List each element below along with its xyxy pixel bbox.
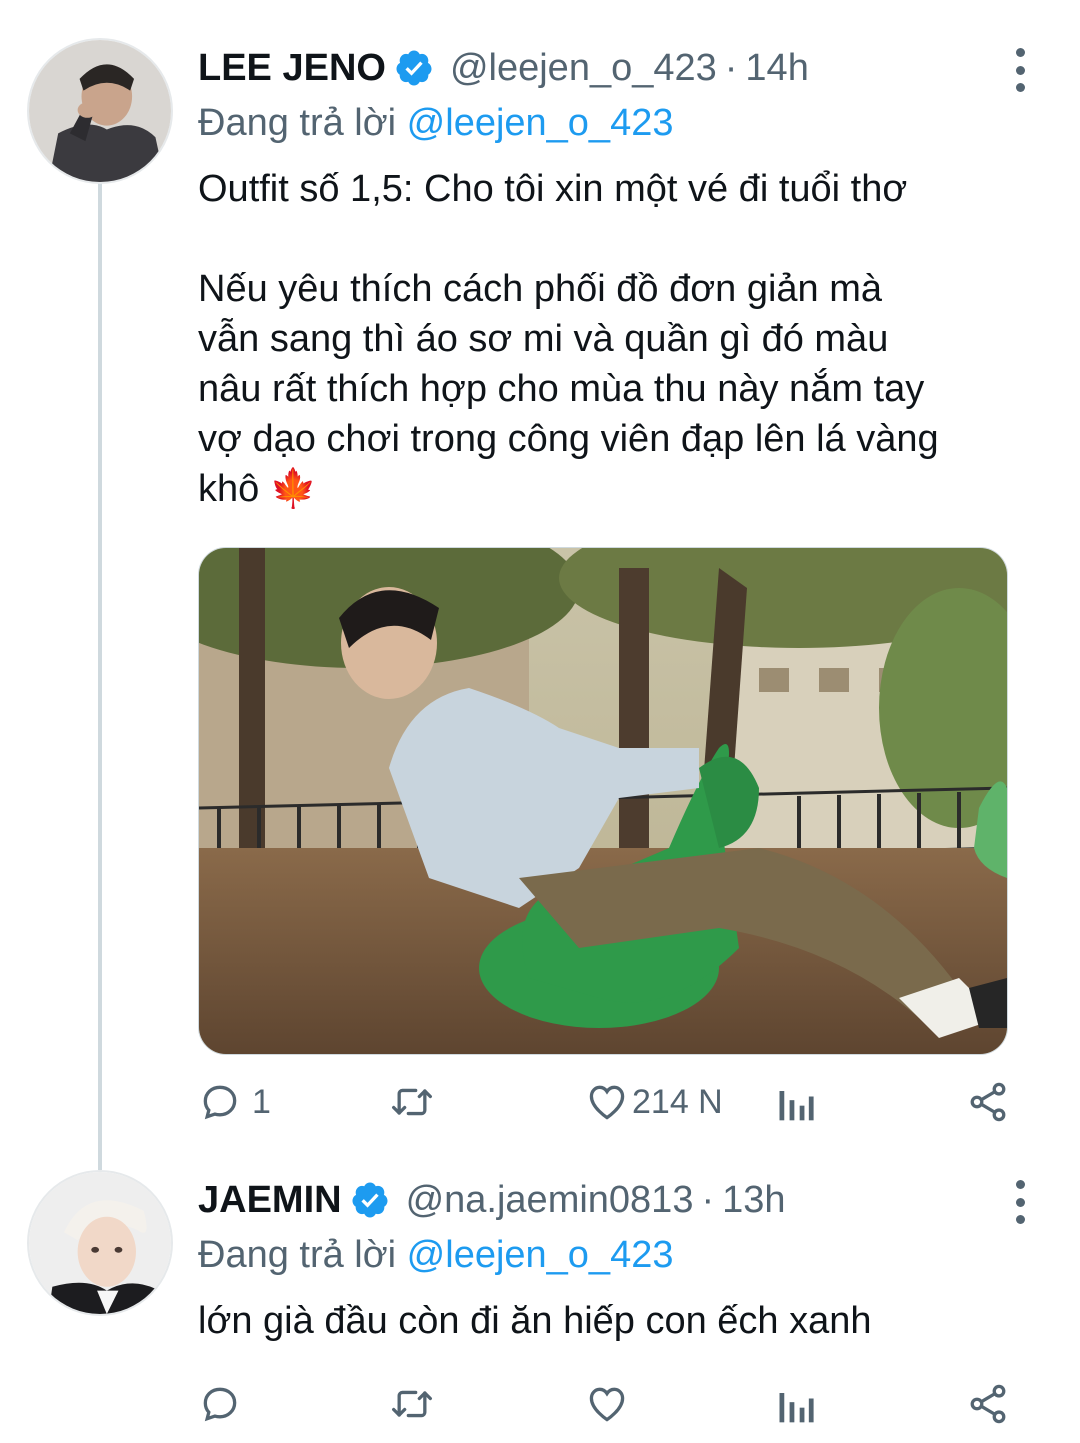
reply-button[interactable]: 1 [198, 1072, 271, 1132]
replying-to: Đang trả lời @leejen_o_423 [198, 102, 673, 145]
avatar[interactable] [27, 1170, 173, 1316]
tweet-text: lớn già đầu còn đi ăn hiếp con ếch xanh [198, 1296, 1038, 1346]
tweet-header: JAEMIN @na.jaemin0813 · 13h [198, 1172, 786, 1228]
share-nodes-icon [970, 1384, 1006, 1424]
like-button[interactable]: 214 N [584, 1072, 723, 1132]
user-handle[interactable]: @na.jaemin0813 [406, 1179, 694, 1222]
heart-icon [589, 1387, 625, 1422]
tweet-text-line: khô 🍁 [198, 468, 318, 510]
reply-button[interactable] [198, 1374, 252, 1434]
retweet-icon [392, 1088, 432, 1116]
more-vertical-icon[interactable] [1008, 48, 1032, 92]
verified-badge-icon [350, 1180, 390, 1220]
replying-to: Đang trả lời @leejen_o_423 [198, 1234, 673, 1277]
verified-badge-icon [394, 48, 434, 88]
avatar-image [29, 40, 171, 182]
like-count: 214 N [632, 1082, 723, 1121]
reply-bubble-icon [203, 1387, 237, 1422]
tweet-1[interactable]: LEE JENO @leejen_o_423 · 14h Đang trả lờ… [0, 38, 1080, 1132]
tweet-2[interactable]: JAEMIN @na.jaemin0813 · 13h Đang trả lời… [0, 1170, 1080, 1443]
analytics-bars-icon [779, 1393, 814, 1423]
replying-to-mention[interactable]: @leejen_o_423 [407, 102, 674, 144]
replying-to-mention[interactable]: @leejen_o_423 [407, 1234, 674, 1276]
share-button[interactable] [966, 1072, 1010, 1132]
tweet-actions: 1 214 N [198, 1072, 1028, 1132]
share-nodes-icon [970, 1082, 1006, 1122]
tweet-photo[interactable] [198, 547, 1008, 1055]
tweet-header: LEE JENO @leejen_o_423 · 14h [198, 40, 809, 96]
replying-to-label: Đang trả lời [198, 102, 397, 144]
user-handle[interactable]: @leejen_o_423 [450, 47, 717, 90]
analytics-button[interactable] [776, 1072, 816, 1132]
retweet-button[interactable] [388, 1072, 446, 1132]
display-name[interactable]: JAEMIN [198, 1179, 342, 1222]
retweet-icon [392, 1390, 432, 1418]
park-photo [199, 548, 1007, 1054]
tweet-text-line: Nếu yêu thích cách phối đồ đơn giản mà [198, 268, 883, 310]
more-vertical-icon[interactable] [1008, 1180, 1032, 1224]
replying-to-label: Đang trả lời [198, 1234, 397, 1276]
avatar-image [29, 1172, 171, 1314]
tweet-text-line: vợ dạo chơi trong công viên đạp lên lá v… [198, 418, 939, 460]
reply-bubble-icon [203, 1085, 237, 1120]
timestamp[interactable]: 13h [722, 1179, 785, 1222]
heart-icon [589, 1085, 625, 1120]
analytics-bars-icon [779, 1091, 814, 1121]
reply-count: 1 [252, 1082, 271, 1121]
tweet-text-line: nâu rất thích hợp cho mùa thu này nắm ta… [198, 368, 925, 410]
timestamp[interactable]: 14h [745, 47, 808, 90]
like-button[interactable] [584, 1374, 640, 1434]
analytics-button[interactable] [776, 1374, 816, 1434]
retweet-button[interactable] [388, 1374, 446, 1434]
tweet-actions [198, 1374, 1028, 1434]
separator-dot: · [701, 1178, 715, 1221]
share-button[interactable] [966, 1374, 1010, 1434]
avatar[interactable] [27, 38, 173, 184]
tweet-text: Outfit số 1,5: Cho tôi xin một vé đi tuổ… [198, 164, 1038, 514]
tweet-text-line: lớn già đầu còn đi ăn hiếp con ếch xanh [198, 1300, 872, 1342]
tweet-text-line: vẫn sang thì áo sơ mi và quần gì đó màu [198, 318, 889, 360]
display-name[interactable]: LEE JENO [198, 47, 386, 90]
tweet-text-line: Outfit số 1,5: Cho tôi xin một vé đi tuổ… [198, 168, 908, 210]
separator-dot: · [724, 46, 738, 89]
